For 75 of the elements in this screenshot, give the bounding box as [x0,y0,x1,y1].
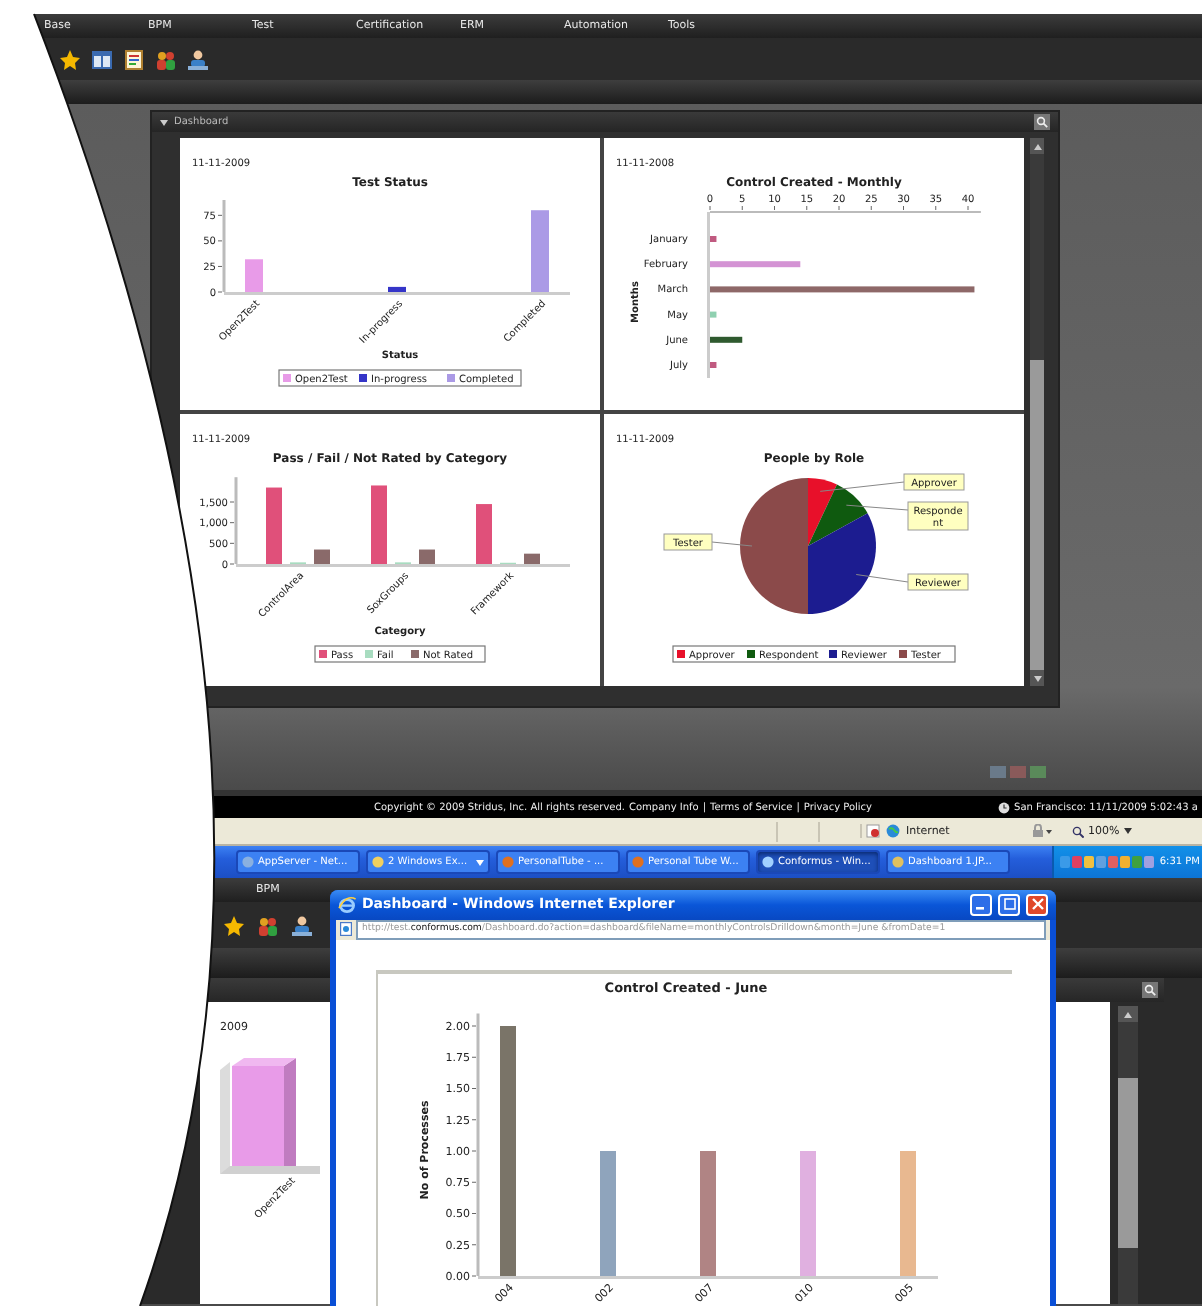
chart-bar [314,549,330,564]
search-button[interactable] [1142,982,1158,998]
search-button[interactable] [1034,114,1050,130]
app-icon [372,856,384,868]
chart-bar [419,549,435,564]
browser-icon [338,895,356,914]
search-icon [1036,116,1048,128]
app-icon [242,856,254,868]
people-icon[interactable] [156,49,176,69]
close-icon [1031,898,1043,911]
chart-bar [600,1151,616,1276]
note-icon[interactable] [124,49,144,69]
blocked-icon [866,824,880,838]
leader-line [855,574,909,583]
caret-icon[interactable] [160,119,168,125]
legend-swatch [677,650,685,658]
legend-swatch [283,374,291,382]
caret-icon [476,859,484,865]
scrollbar-thumb[interactable] [1030,360,1044,670]
chart-bar [700,1151,716,1276]
app-icon [892,856,904,868]
scroll-down-button[interactable] [1030,670,1044,686]
legend-swatch [411,650,419,658]
legend-swatch [447,374,455,382]
chart-bar [710,261,801,268]
person-icon[interactable] [188,49,208,69]
scroll-up-button[interactable] [1030,138,1044,154]
table-icon[interactable] [92,49,112,69]
chart-bar [371,485,387,564]
globe-icon [886,824,900,838]
chart-bar [710,311,717,318]
chart-bar [800,1151,816,1276]
person-icon[interactable] [292,915,312,935]
maximize-button[interactable] [998,893,1020,916]
chart-bar [388,286,406,292]
leader-line [845,504,909,511]
people-icon[interactable] [258,915,278,935]
legend-swatch [365,650,373,658]
chart-bar [710,362,717,368]
legend-swatch [899,650,907,658]
leader-line [819,481,905,492]
legend-swatch [319,650,327,658]
scrollbar-thumb[interactable] [1118,1078,1138,1248]
page-icon [340,922,352,937]
scrollbar[interactable] [1118,1006,1138,1304]
chart-bar [476,504,492,564]
chart-bar [531,210,549,292]
scroll-up-button[interactable] [1118,1006,1138,1022]
lock-icon[interactable] [1032,824,1052,838]
chart-bar [710,236,717,242]
chart-bar [245,259,263,292]
legend-swatch [359,374,367,382]
search-icon [1144,984,1156,996]
maximize-icon [1003,898,1015,911]
legend-swatch [829,650,837,658]
up-arrow-icon [1124,1011,1132,1017]
app-icon [632,856,644,868]
chart-bar [900,1151,916,1276]
star-icon[interactable] [224,915,244,935]
app-icon [502,856,514,868]
up-arrow-icon [1033,143,1041,149]
app-icon [762,856,774,868]
down-arrow-icon [1033,675,1041,681]
clock-icon [998,801,1011,813]
caret-icon [1123,828,1132,834]
close-button[interactable] [1026,893,1048,916]
chart-bar [710,336,743,343]
minimize-button[interactable] [970,893,992,916]
chart-bar [524,553,540,564]
leader-line [711,541,753,547]
scrollbar[interactable] [1030,138,1044,686]
zoom-icon [1072,825,1084,837]
legend-swatch [747,650,755,658]
star-icon[interactable] [60,49,80,69]
chart-bar [266,487,282,564]
